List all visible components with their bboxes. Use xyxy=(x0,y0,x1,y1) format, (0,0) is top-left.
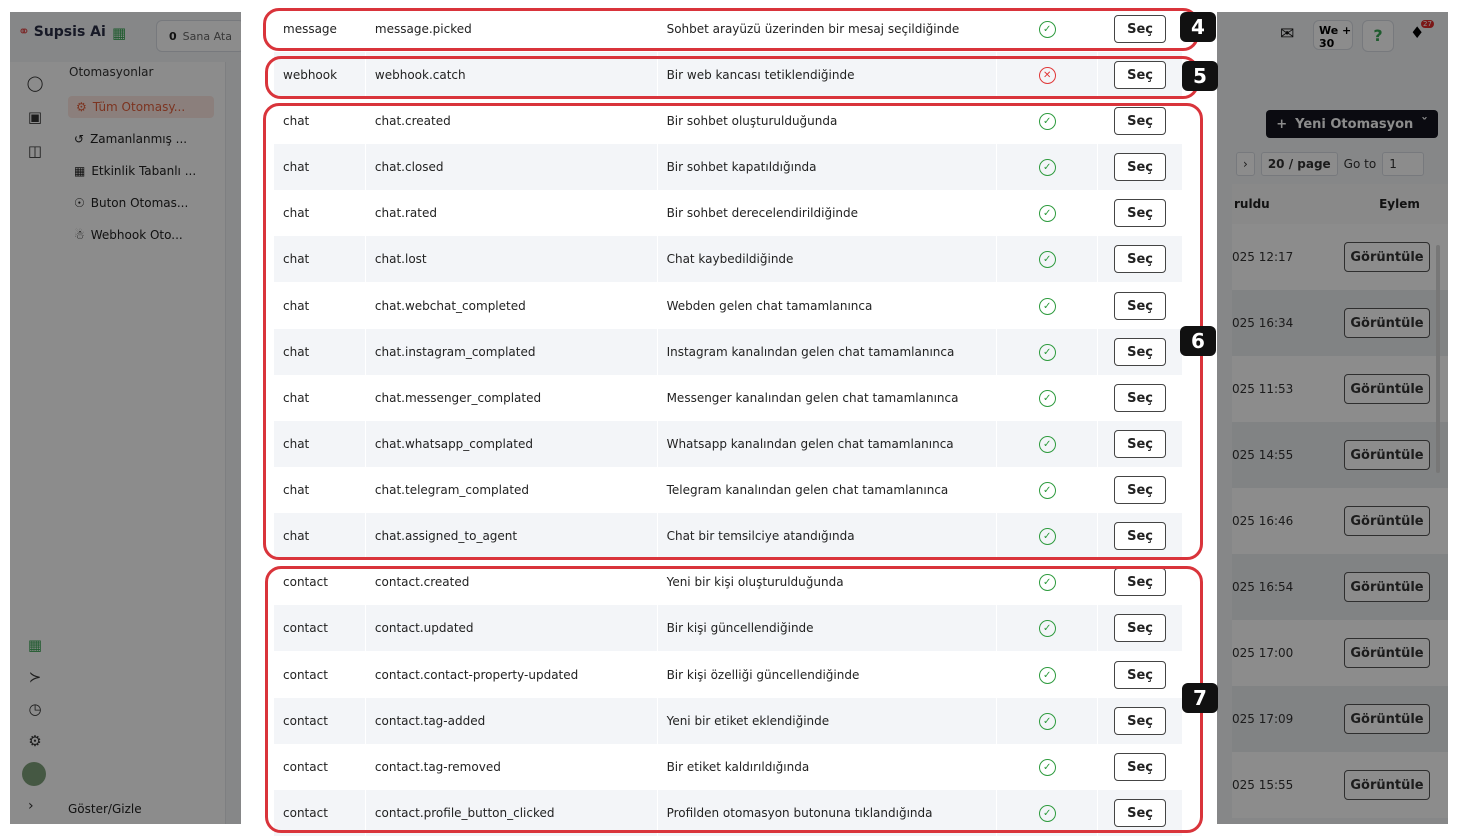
annotation-badge-5: 5 xyxy=(1182,61,1218,91)
annotation-box-6 xyxy=(263,103,1203,560)
annotation-badge-7: 7 xyxy=(1182,683,1218,713)
page-scrollbar[interactable] xyxy=(1436,245,1440,473)
annotation-box-4 xyxy=(263,8,1199,51)
annotation-badge-6: 6 xyxy=(1180,326,1216,356)
annotation-badge-4: 4 xyxy=(1180,12,1216,42)
annotation-box-7 xyxy=(265,566,1203,833)
annotation-box-5 xyxy=(265,56,1199,99)
